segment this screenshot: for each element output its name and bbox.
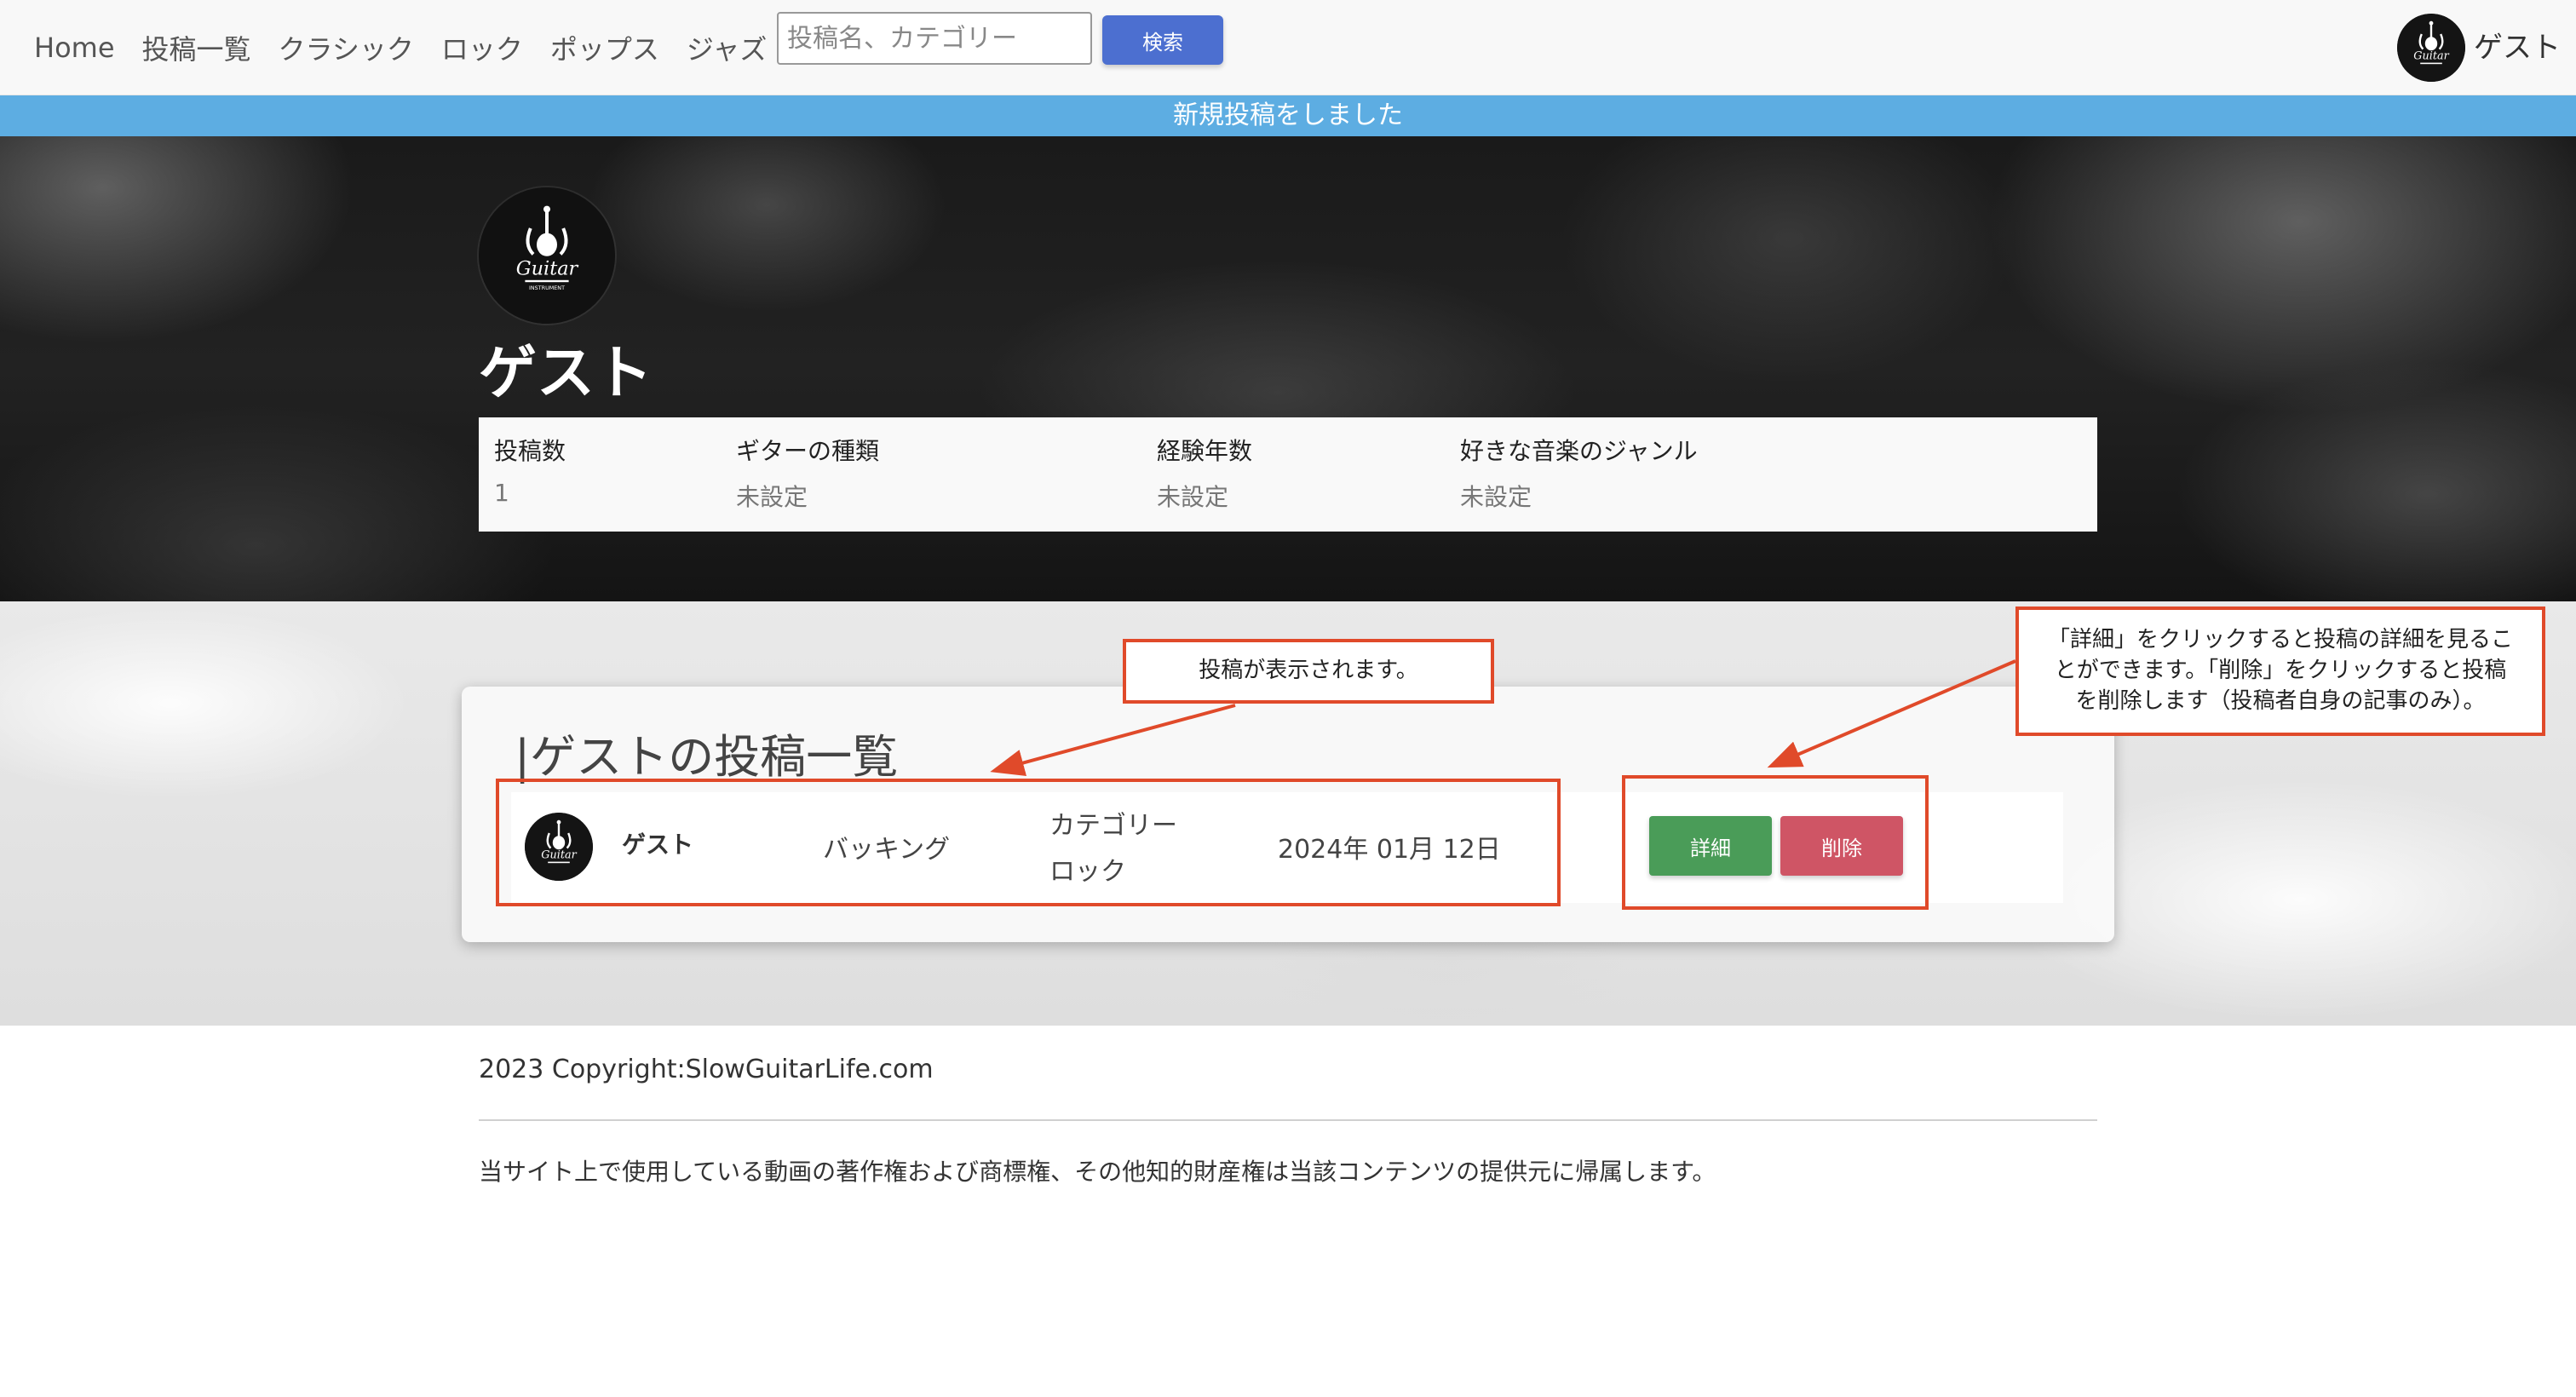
nav-user-name[interactable]: ゲスト	[2474, 24, 2561, 66]
nav-link-jazz[interactable]: ジャズ	[687, 28, 767, 67]
profile-hero: Guitar INSTRUMENT ゲスト 投稿数 1 ギターの種類 未設定 経…	[0, 136, 2576, 601]
nav-link-rock[interactable]: ロック	[441, 28, 523, 67]
guitar-logo-icon: Guitar INSTRUMENT	[479, 187, 615, 324]
guitar-logo-icon: Guitar	[2397, 14, 2465, 82]
logo-text: Guitar	[516, 257, 579, 279]
nav-links: Home 投稿一覧 クラシック ロック ポップス ジャズ	[34, 0, 794, 95]
stat-value: 未設定	[736, 483, 808, 511]
stat-value: 未設定	[1460, 483, 1532, 511]
annotation-buttons-note-line1: 「詳細」をクリックすると投稿の詳細を見るこ	[2047, 627, 2513, 653]
posts-heading: |ゲストの投稿一覧	[515, 730, 899, 784]
profile-avatar: Guitar INSTRUMENT	[479, 187, 615, 324]
stat-label: ギターの種類	[736, 437, 880, 465]
stat-value: 1	[494, 479, 509, 507]
annotation-buttons-highlight	[1622, 775, 1929, 910]
footer-copyright: 2023 Copyright:SlowGuitarLife.com	[479, 1055, 934, 1084]
user-avatar[interactable]: Guitar	[2397, 14, 2465, 82]
annotation-post-highlight	[496, 779, 1561, 906]
search-input[interactable]	[777, 12, 1092, 65]
stat-value: 未設定	[1157, 483, 1229, 511]
annotation-post-note: 投稿が表示されます。	[1123, 639, 1494, 704]
flash-message: 新規投稿をしました	[0, 95, 2576, 136]
annotation-buttons-note: 「詳細」をクリックすると投稿の詳細を見るこ とができます。「削除」をクリックする…	[2015, 607, 2545, 736]
footer-divider	[479, 1119, 2097, 1121]
nav-link-classic[interactable]: クラシック	[279, 28, 414, 67]
search-button[interactable]: 検索	[1102, 15, 1223, 65]
profile-stats: 投稿数 1 ギターの種類 未設定 経験年数 未設定 好きな音楽のジャンル 未設定	[479, 417, 2097, 532]
annotation-buttons-note-line3: を削除します（投稿者自身の記事のみ）。	[2075, 687, 2486, 714]
stat-label: 経験年数	[1157, 437, 1253, 465]
logo-subtext: INSTRUMENT	[529, 285, 565, 291]
logo-text: Guitar	[2413, 50, 2449, 63]
footer-note: 当サイト上で使用している動画の著作権および商標権、その他知的財産権は当該コンテン…	[479, 1158, 1716, 1186]
annotation-post-note-text: 投稿が表示されます。	[1199, 658, 1418, 684]
stat-label: 投稿数	[494, 437, 566, 465]
profile-name: ゲスト	[479, 340, 653, 407]
annotation-buttons-note-line2: とができます。「削除」をクリックすると投稿	[2054, 658, 2507, 684]
nav-link-pops[interactable]: ポップス	[550, 28, 659, 67]
navbar: Home 投稿一覧 クラシック ロック ポップス ジャズ 検索 Guitar ゲ…	[0, 0, 2576, 95]
nav-link-home[interactable]: Home	[34, 32, 115, 64]
stat-label: 好きな音楽のジャンル	[1460, 437, 1698, 465]
nav-link-posts[interactable]: 投稿一覧	[142, 28, 251, 67]
